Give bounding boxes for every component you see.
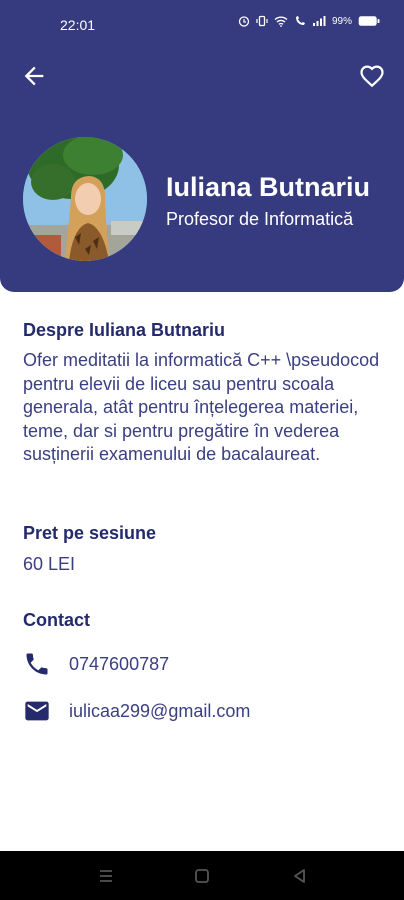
home-icon[interactable] — [192, 866, 212, 886]
alarm-icon — [238, 16, 250, 27]
about-title: Despre Iuliana Butnariu — [23, 320, 226, 340]
back-nav-icon[interactable] — [290, 866, 310, 886]
vibrate-icon — [256, 15, 268, 27]
navigation-bar — [0, 851, 404, 900]
phone-icon — [26, 653, 48, 675]
email-address: iulicaa299@gmail.com — [69, 700, 251, 721]
profile-name: Iuliana Butnariu — [166, 172, 371, 202]
price-value: 60 LEI — [23, 554, 76, 574]
call-wifi-icon — [295, 16, 305, 25]
battery-level: 99% — [331, 15, 352, 27]
about-text: Ofer meditatii la informatică C++ \pseud… — [23, 350, 380, 464]
avatar — [23, 137, 147, 261]
profile-header: 22:01 99% Iuliana Butnariu Profesor de I… — [0, 0, 404, 292]
battery-icon — [358, 16, 380, 26]
status-bar: 22:01 99% — [0, 0, 404, 50]
contact-title: Contact — [23, 610, 90, 630]
avatar-photo — [23, 137, 147, 261]
wifi-icon — [274, 16, 288, 27]
status-icons: 99% — [238, 15, 380, 27]
profile-role: Profesor de Informatică — [166, 209, 354, 229]
menu-icon[interactable] — [96, 866, 116, 886]
status-time: 22:01 — [60, 17, 96, 33]
email-row[interactable]: iulicaa299@gmail.com — [23, 697, 250, 725]
heart-outline-icon[interactable] — [358, 62, 386, 90]
arrow-left-icon[interactable] — [20, 62, 48, 90]
phone-number: 0747600787 — [69, 653, 170, 674]
phone-row[interactable]: 0747600787 — [23, 650, 169, 678]
price-title: Pret pe sesiune — [23, 523, 157, 543]
signal-icon — [312, 16, 326, 26]
email-icon — [25, 701, 49, 721]
